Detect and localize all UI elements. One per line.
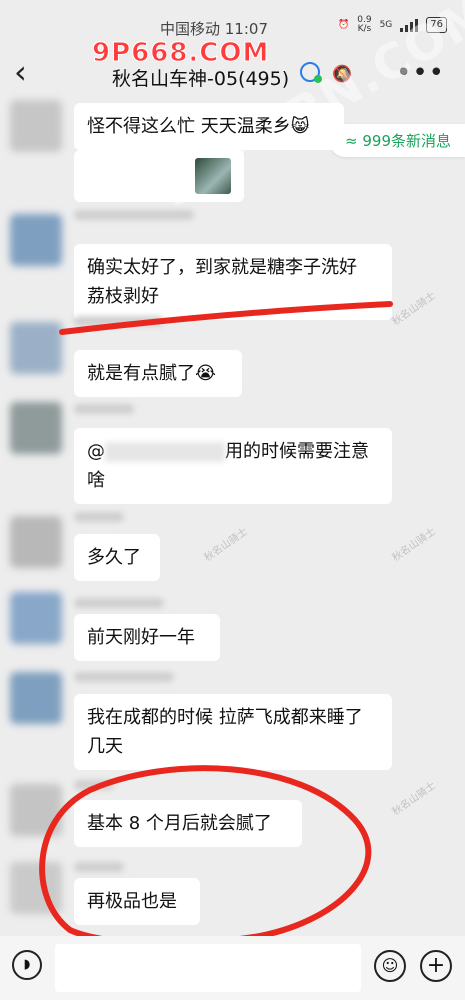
input-bar: ◗ ☺ + — [0, 936, 465, 1000]
masked-mention — [105, 442, 225, 462]
message-input[interactable] — [55, 944, 361, 992]
sender-name — [74, 780, 114, 790]
avatar[interactable] — [10, 214, 62, 266]
watermark-site1: 9P668.COM — [91, 38, 270, 69]
message-bubble: 确实太好了，到家就是糖李子洗好 荔枝剥好 — [74, 244, 392, 320]
sender-name — [74, 316, 164, 326]
sender-name — [74, 598, 164, 608]
avatar[interactable] — [10, 516, 62, 568]
sender-name — [74, 512, 124, 522]
carrier-time: 中国移动 11:07 — [160, 20, 268, 38]
message-bubble: 怪不得这么忙 天天温柔乡😸 — [74, 103, 344, 150]
avatar[interactable] — [10, 672, 62, 724]
avatar[interactable] — [10, 402, 62, 454]
back-arrow-icon[interactable]: ‹ — [14, 56, 27, 88]
message-bubble: 再极品也是 — [74, 878, 200, 925]
message-bubble: 前天刚好一年 — [74, 614, 220, 661]
network-label: 5G — [379, 20, 393, 30]
sender-name — [74, 210, 194, 220]
avatar[interactable] — [10, 784, 62, 836]
image-message[interactable] — [74, 150, 244, 202]
message-bubble: 我在成都的时候 拉萨飞成都来睡了几天 — [74, 694, 392, 770]
message-bubble: 基本 8 个月后就会腻了 — [74, 800, 302, 847]
sender-name — [74, 672, 174, 682]
corner-watermark: 秋名山骑士 — [390, 526, 438, 564]
new-messages-button[interactable]: ≈ 999条新消息 — [329, 124, 465, 157]
avatar[interactable] — [10, 592, 62, 644]
sender-name — [74, 862, 124, 872]
emoji-icon[interactable]: ☺ — [374, 950, 406, 982]
corner-watermark: 秋名山骑士 — [202, 526, 250, 564]
corner-watermark: 秋名山骑士 — [390, 290, 438, 328]
sender-name — [74, 404, 134, 414]
image-thumbnail[interactable] — [195, 158, 231, 194]
avatar[interactable] — [10, 100, 62, 152]
voice-icon[interactable]: ◗ — [12, 950, 42, 980]
avatar[interactable] — [10, 862, 62, 914]
message-bubble: 多久了 — [74, 534, 160, 581]
message-bubble: 就是有点腻了😭 — [74, 350, 242, 397]
alarm-icon: ⏰ — [338, 20, 350, 30]
avatar[interactable] — [10, 322, 62, 374]
plus-icon[interactable]: + — [420, 950, 452, 982]
corner-watermark: 秋名山骑士 — [390, 780, 438, 818]
net-speed: 0.9 K/s — [357, 15, 372, 34]
chat-title: 秋名山车神-05(495) — [112, 68, 290, 90]
message-bubble: @ 用的时候需要注意啥 — [74, 428, 392, 504]
